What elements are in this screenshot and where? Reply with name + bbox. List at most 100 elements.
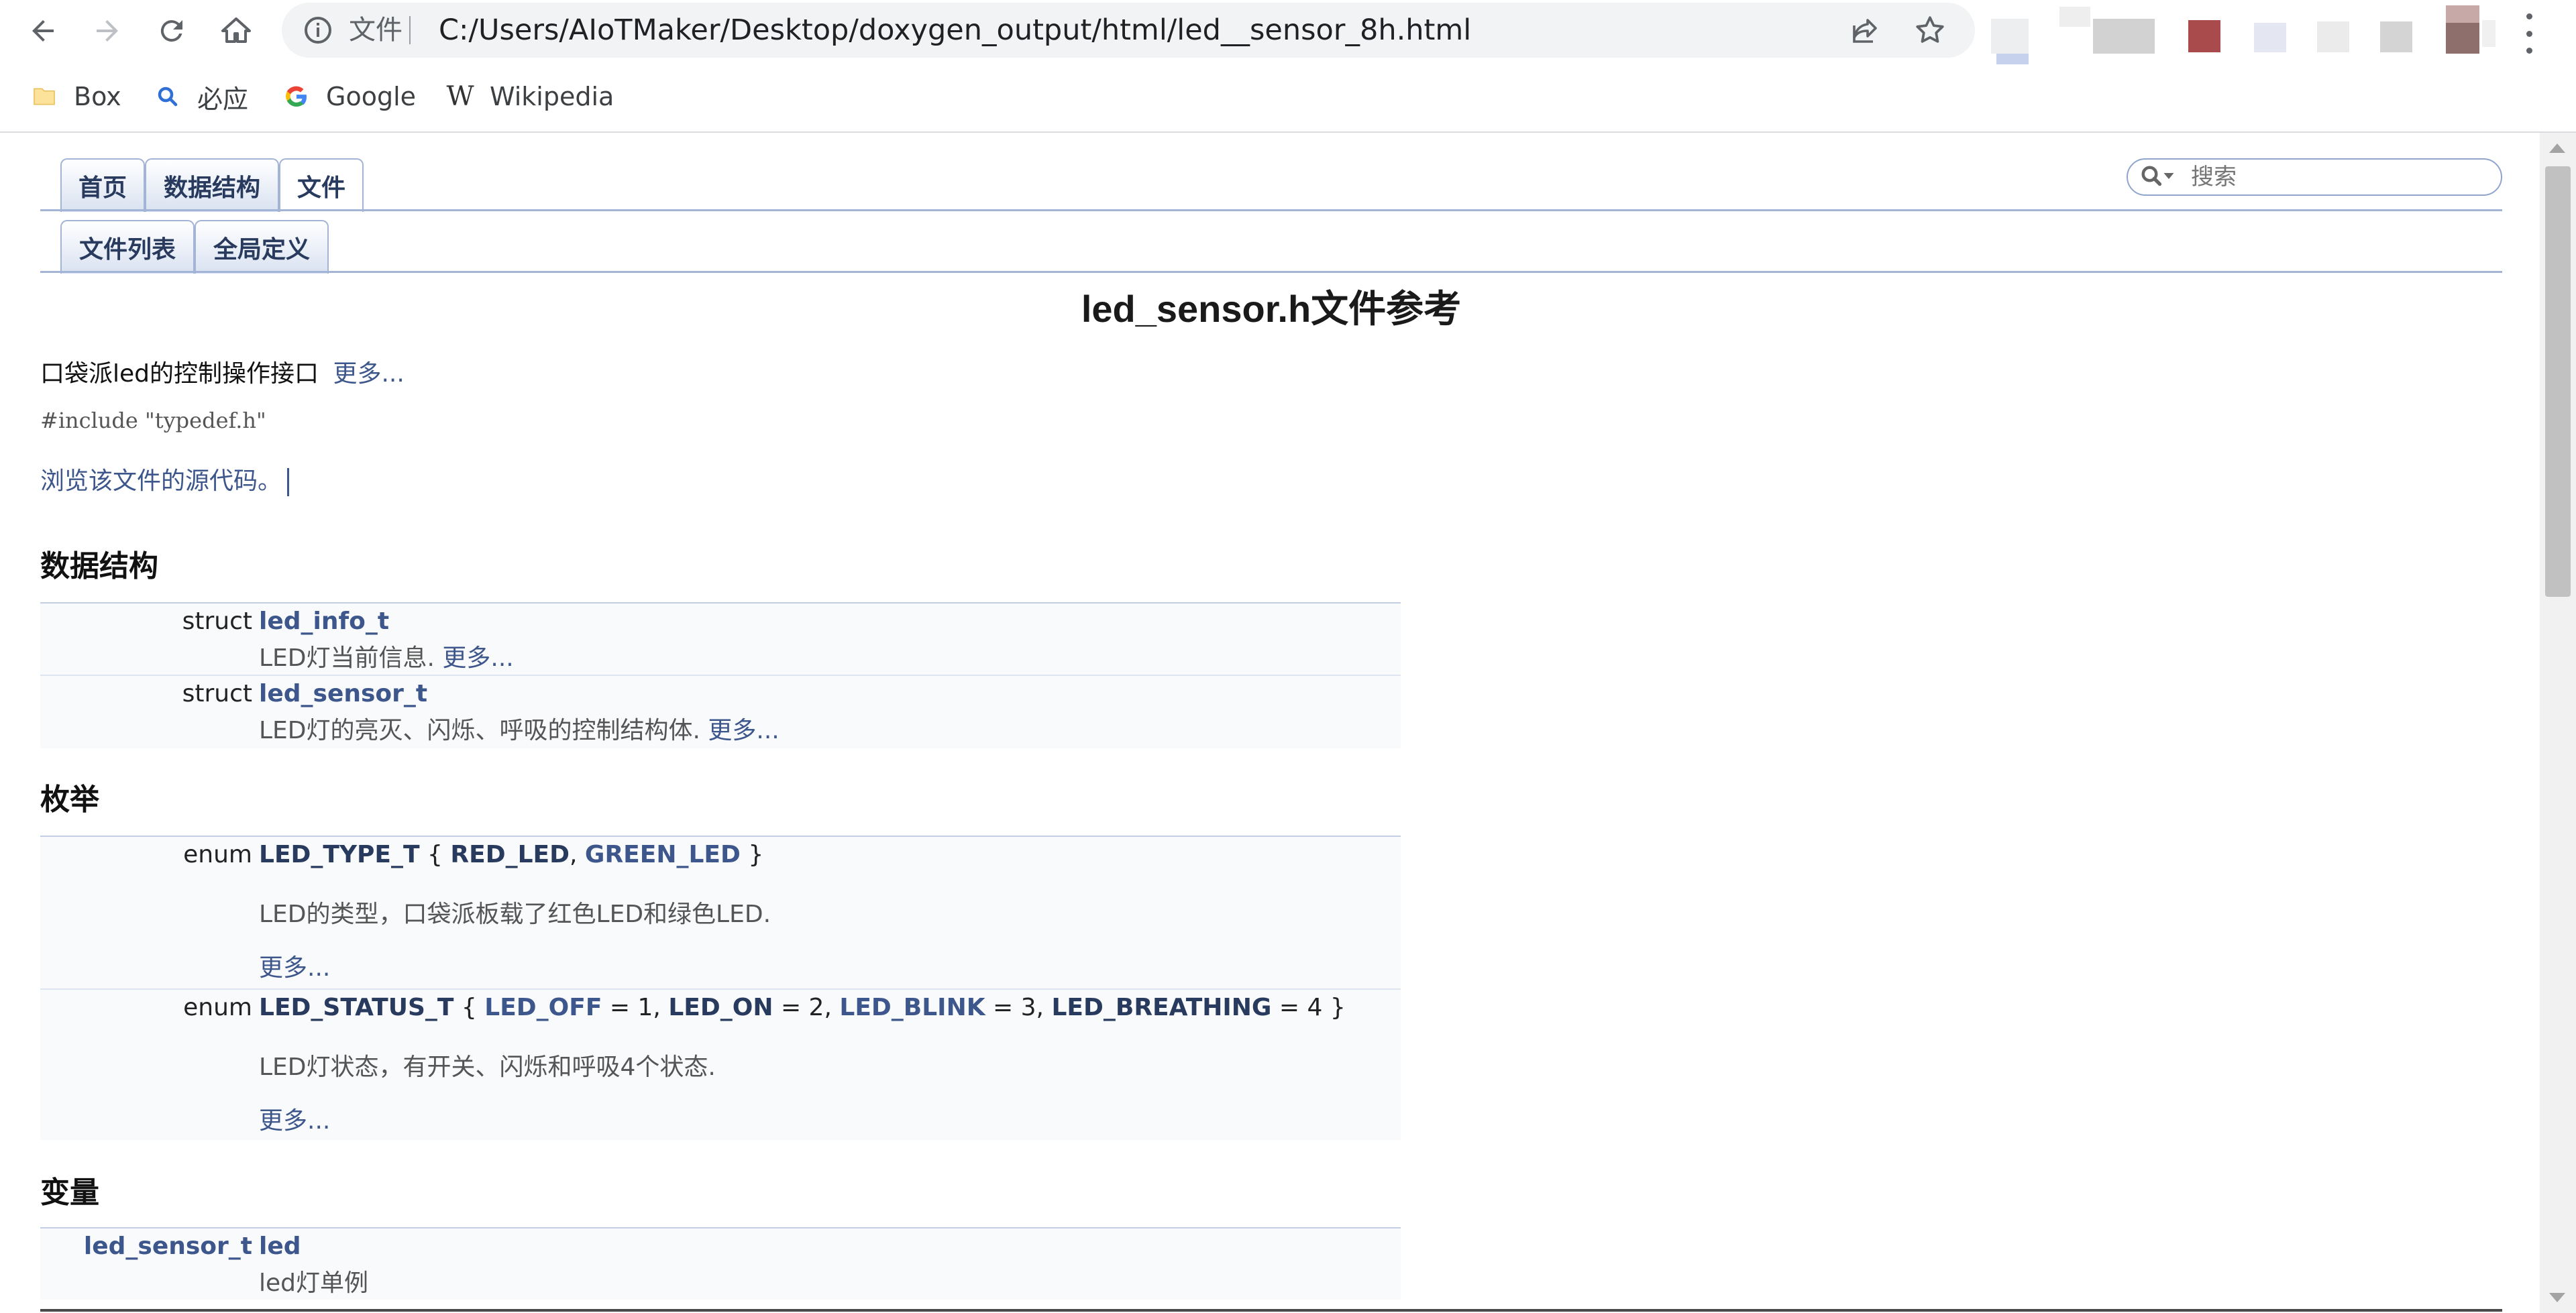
forward-button[interactable] bbox=[86, 9, 129, 52]
member-description: LED的类型，口袋派板载了红色LED和绿色LED. bbox=[259, 901, 771, 928]
vars-table: led_sensor_t led led灯单例 bbox=[40, 1227, 1401, 1300]
bookmark-star-icon[interactable] bbox=[1913, 13, 1947, 47]
home-icon bbox=[221, 17, 251, 43]
table-row: enum LED_TYPE_T { RED_LED, GREEN_LED } L… bbox=[40, 836, 1401, 988]
forward-arrow-icon bbox=[97, 20, 118, 42]
extension-icon[interactable] bbox=[2317, 21, 2349, 52]
extension-icon[interactable] bbox=[2446, 23, 2479, 54]
tab-file-list[interactable]: 文件列表 bbox=[60, 220, 195, 274]
enum-link-led-type[interactable]: LED_TYPE_T bbox=[259, 841, 420, 868]
member-description: LED灯的亮灭、闪烁、呼吸的控制结构体. bbox=[259, 717, 700, 744]
struct-link-led-info[interactable]: led_info_t bbox=[259, 608, 389, 635]
enums-table: enum LED_TYPE_T { RED_LED, GREEN_LED } L… bbox=[40, 836, 1401, 1140]
brace-open: { bbox=[461, 994, 477, 1021]
extension-icon[interactable] bbox=[2482, 20, 2496, 47]
info-icon[interactable] bbox=[302, 14, 334, 46]
more-link[interactable]: 更多... bbox=[333, 360, 404, 388]
search-icon[interactable] bbox=[2140, 165, 2178, 189]
bookmark-label: Wikipedia bbox=[490, 82, 614, 111]
address-bar[interactable]: 文件 C:/Users/AIoTMaker/Desktop/doxygen_ou… bbox=[282, 3, 1975, 58]
doxygen-page: 首页 数据结构 文件 文件列表 全局定义 led_sensor.h文件参考 口袋… bbox=[0, 133, 2536, 1313]
bookmark-label: 必应 bbox=[197, 84, 249, 114]
bookmark-box[interactable]: Box bbox=[30, 76, 121, 117]
more-link[interactable]: 更多... bbox=[259, 1107, 330, 1135]
bookmark-wikipedia[interactable]: W Wikipedia bbox=[445, 76, 614, 117]
wikipedia-icon: W bbox=[446, 81, 474, 112]
vertical-scrollbar[interactable] bbox=[2540, 133, 2576, 1313]
page-title: led_sensor.h文件参考 bbox=[1081, 288, 1462, 330]
brief-description: 口袋派led的控制操作接口 更多... bbox=[40, 354, 405, 389]
tab-files[interactable]: 文件 bbox=[279, 158, 364, 212]
scroll-down-arrow-icon[interactable] bbox=[2549, 1293, 2565, 1302]
table-row: struct led_info_t LED灯当前信息. 更多... bbox=[40, 602, 1401, 675]
share-icon[interactable] bbox=[1849, 15, 1881, 47]
tab-home[interactable]: 首页 bbox=[60, 158, 145, 212]
brief-text: 口袋派led的控制操作接口 bbox=[40, 360, 319, 388]
bookmark-bing[interactable]: 必应 bbox=[153, 76, 248, 117]
row-divider bbox=[40, 988, 1401, 990]
enum-signature: LED_STATUS_T { LED_OFF = 1, LED_ON = 2, … bbox=[259, 994, 1346, 1021]
extension-icon[interactable] bbox=[1996, 54, 2029, 64]
section-heading-structs: 数据结构 bbox=[40, 550, 158, 583]
section-heading-enums: 枚举 bbox=[40, 783, 99, 816]
row-divider bbox=[40, 675, 1401, 676]
comma: , bbox=[570, 841, 578, 868]
scroll-up-arrow-icon[interactable] bbox=[2549, 144, 2565, 153]
enum-value-led-off[interactable]: LED_OFF bbox=[484, 994, 602, 1021]
source-code-link[interactable]: 浏览该文件的源代码。 bbox=[40, 467, 282, 495]
member-kind: enum bbox=[183, 841, 252, 868]
back-button[interactable] bbox=[21, 9, 64, 52]
extension-icon[interactable] bbox=[2380, 21, 2412, 52]
structs-table: struct led_info_t LED灯当前信息. 更多... struct… bbox=[40, 602, 1401, 748]
extension-icon[interactable] bbox=[2093, 19, 2155, 54]
table-row: struct led_sensor_t LED灯的亮灭、闪烁、呼吸的控制结构体.… bbox=[40, 675, 1401, 748]
enum-assign: = 2, bbox=[780, 994, 832, 1021]
enum-assign: = 4 bbox=[1279, 994, 1323, 1021]
search-input[interactable] bbox=[2190, 162, 2487, 192]
scrollbar-thumb[interactable] bbox=[2545, 166, 2571, 597]
variable-link-led[interactable]: led bbox=[259, 1233, 301, 1260]
more-link[interactable]: 更多... bbox=[259, 954, 330, 982]
tab-data-structures[interactable]: 数据结构 bbox=[145, 158, 279, 212]
enum-value-green-led[interactable]: GREEN_LED bbox=[585, 841, 741, 868]
enum-signature: LED_TYPE_T { RED_LED, GREEN_LED } bbox=[259, 841, 763, 868]
table-row: enum LED_STATUS_T { LED_OFF = 1, LED_ON … bbox=[40, 988, 1401, 1140]
more-link[interactable]: 更多... bbox=[442, 644, 513, 672]
more-link[interactable]: 更多... bbox=[708, 717, 779, 744]
bookmark-label: Box bbox=[74, 82, 121, 111]
extension-icon[interactable] bbox=[2059, 7, 2090, 27]
search-box[interactable] bbox=[2127, 158, 2502, 196]
enum-value-red-led[interactable]: RED_LED bbox=[450, 841, 570, 868]
browser-chrome: 文件 C:/Users/AIoTMaker/Desktop/doxygen_ou… bbox=[0, 0, 2576, 133]
enum-value-led-breathing[interactable]: LED_BREATHING bbox=[1051, 994, 1271, 1021]
home-button[interactable] bbox=[215, 9, 258, 52]
extension-icon[interactable] bbox=[1991, 19, 2029, 54]
enum-value-led-blink[interactable]: LED_BLINK bbox=[839, 994, 985, 1021]
include-line: #include "typedef.h" bbox=[40, 408, 266, 433]
bookmark-google[interactable]: Google bbox=[282, 76, 416, 117]
member-kind: struct bbox=[182, 608, 252, 635]
extension-icon[interactable] bbox=[2254, 23, 2286, 52]
member-description: led灯单例 bbox=[259, 1269, 369, 1297]
address-url[interactable]: C:/Users/AIoTMaker/Desktop/doxygen_outpu… bbox=[439, 11, 1471, 50]
struct-link-led-sensor[interactable]: led_sensor_t bbox=[259, 680, 427, 707]
address-scheme: 文件 bbox=[349, 15, 402, 46]
type-link-led-sensor[interactable]: led_sensor_t bbox=[84, 1233, 252, 1260]
extension-icon[interactable] bbox=[2446, 5, 2479, 23]
member-description: LED灯当前信息. bbox=[259, 644, 435, 672]
brace-close: } bbox=[1330, 994, 1346, 1021]
browser-menu-button[interactable] bbox=[2521, 13, 2537, 54]
text-cursor bbox=[287, 468, 290, 496]
tab-baseline bbox=[40, 209, 2502, 211]
tab-globals[interactable]: 全局定义 bbox=[195, 220, 329, 274]
enum-value-led-on[interactable]: LED_ON bbox=[668, 994, 773, 1021]
footer-rule bbox=[40, 1309, 2502, 1312]
brace-open: { bbox=[427, 841, 443, 868]
enum-assign: = 3, bbox=[993, 994, 1044, 1021]
address-divider bbox=[409, 16, 411, 44]
enum-link-led-status[interactable]: LED_STATUS_T bbox=[259, 994, 453, 1021]
member-kind: enum bbox=[183, 994, 252, 1021]
extension-icon[interactable] bbox=[2188, 20, 2220, 52]
brace-close: } bbox=[748, 841, 764, 868]
reload-button[interactable] bbox=[150, 9, 193, 52]
